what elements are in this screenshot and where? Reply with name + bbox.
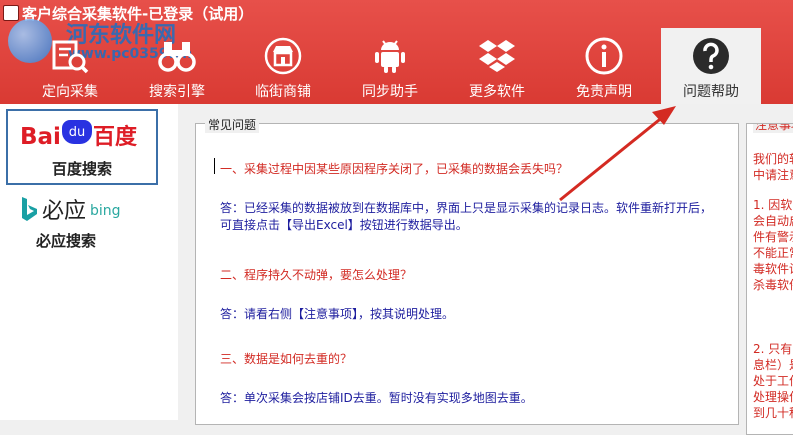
notice-line: 中请注意 — [753, 168, 793, 182]
notice-line: 1. 因软 — [753, 198, 793, 212]
nav-label: 更多软件 — [469, 84, 525, 100]
binoculars-icon — [158, 42, 196, 72]
nav-label: 临街商铺 — [255, 84, 311, 100]
notice-group: 注意事项 我们的软 中请注意 1. 因软 会自动启 件有警示 不能正常 毒软件设… — [746, 123, 793, 435]
nav-item-more-software[interactable]: 更多软件 — [447, 28, 547, 104]
notice-line: 毒软件设 — [753, 262, 793, 276]
faq-question: 二、程序持久不动弹，要怎么处理？ — [220, 268, 413, 282]
baidu-paw-icon: du — [61, 120, 92, 144]
notice-line: 杀毒软件 — [753, 278, 793, 292]
faq-answer-line: 答：请看右侧【注意事项】，按其说明处理。 — [220, 307, 455, 321]
nav-item-search-engine[interactable]: 搜索引擎 — [127, 28, 227, 104]
faq-answer-line: 可直接点击【导出Excel】按钮进行数据导出。 — [220, 218, 468, 232]
question-icon — [693, 38, 729, 74]
nav-label: 免责声明 — [576, 84, 632, 100]
notice-line: 2. 只有 — [753, 342, 793, 356]
bing-logo-en: bing — [90, 203, 121, 219]
faq-answer-line: 答：单次采集会按店铺ID去重。暂时没有实现多地图去重。 — [220, 391, 533, 405]
nav-item-disclaimer[interactable]: 免责声明 — [554, 28, 654, 104]
search-list-icon — [52, 40, 89, 74]
baidu-logo-cn: 百度 — [92, 125, 137, 150]
android-icon — [375, 40, 405, 73]
faq-question: 一、采集过程中因某些原因程序关闭了，已采集的数据会丢失吗？ — [220, 162, 569, 176]
nav-item-sync-assistant[interactable]: 同步助手 — [340, 28, 440, 104]
faq-group: 常见问题 一、采集过程中因某些原因程序关闭了，已采集的数据会丢失吗？ 答：已经采… — [195, 116, 739, 425]
dropbox-icon — [479, 40, 515, 72]
bing-search-label: 必应搜索 — [36, 232, 97, 250]
header-bar: 客户综合采集软件-已登录（试用） 河东软件网 www.pc0359.cn 定向采… — [0, 0, 793, 104]
nav-item-directed-collect[interactable]: 定向采集 — [20, 28, 120, 104]
notice-line: 到几十秒 — [753, 406, 793, 420]
nav-label: 搜索引擎 — [149, 84, 205, 100]
baidu-search-button[interactable]: Bai du 百度 百度搜索 — [6, 109, 158, 185]
sidebar: Bai du 百度 百度搜索 必应 bing 必应搜索 — [0, 104, 178, 420]
notice-group-title: 注意事项 — [753, 124, 793, 133]
main-panel: 常见问题 一、采集过程中因某些原因程序关闭了，已采集的数据会丢失吗？ 答：已经采… — [178, 104, 793, 435]
baidu-logo: Bai du 百度 — [20, 119, 137, 151]
nav-label: 定向采集 — [42, 84, 98, 100]
bing-search-button[interactable]: 必应 bing 必应搜索 — [6, 188, 154, 254]
faq-group-title: 常见问题 — [205, 116, 260, 133]
nav-item-help[interactable]: 问题帮助 — [661, 28, 761, 104]
bing-logo-icon — [22, 197, 37, 221]
info-icon — [585, 37, 623, 75]
nav-label: 问题帮助 — [683, 84, 739, 100]
nav-label: 同步助手 — [362, 84, 418, 100]
notice-line: 处于工作 — [753, 374, 793, 388]
notice-line: 息栏）是 — [753, 358, 793, 372]
notice-line: 件有警示 — [753, 230, 793, 244]
notice-line: 不能正常 — [753, 246, 793, 260]
baidu-search-label: 百度搜索 — [51, 160, 112, 178]
storefront-icon — [264, 37, 302, 75]
faq-question: 三、数据是如何去重的？ — [220, 352, 353, 366]
faq-answer-line: 答：已经采集的数据被放到在数据库中，界面上只是显示采集的记录日志。软件重新打开后… — [220, 201, 713, 215]
nav-item-street-shops[interactable]: 临街商铺 — [233, 28, 333, 104]
notice-line: 处理操作 — [753, 390, 793, 404]
notice-line: 会自动启 — [753, 214, 793, 228]
bing-logo-cn: 必应 — [42, 199, 87, 224]
baidu-logo-text: Bai — [20, 124, 61, 150]
notice-line: 我们的软 — [753, 152, 793, 166]
text-caret — [214, 158, 215, 174]
